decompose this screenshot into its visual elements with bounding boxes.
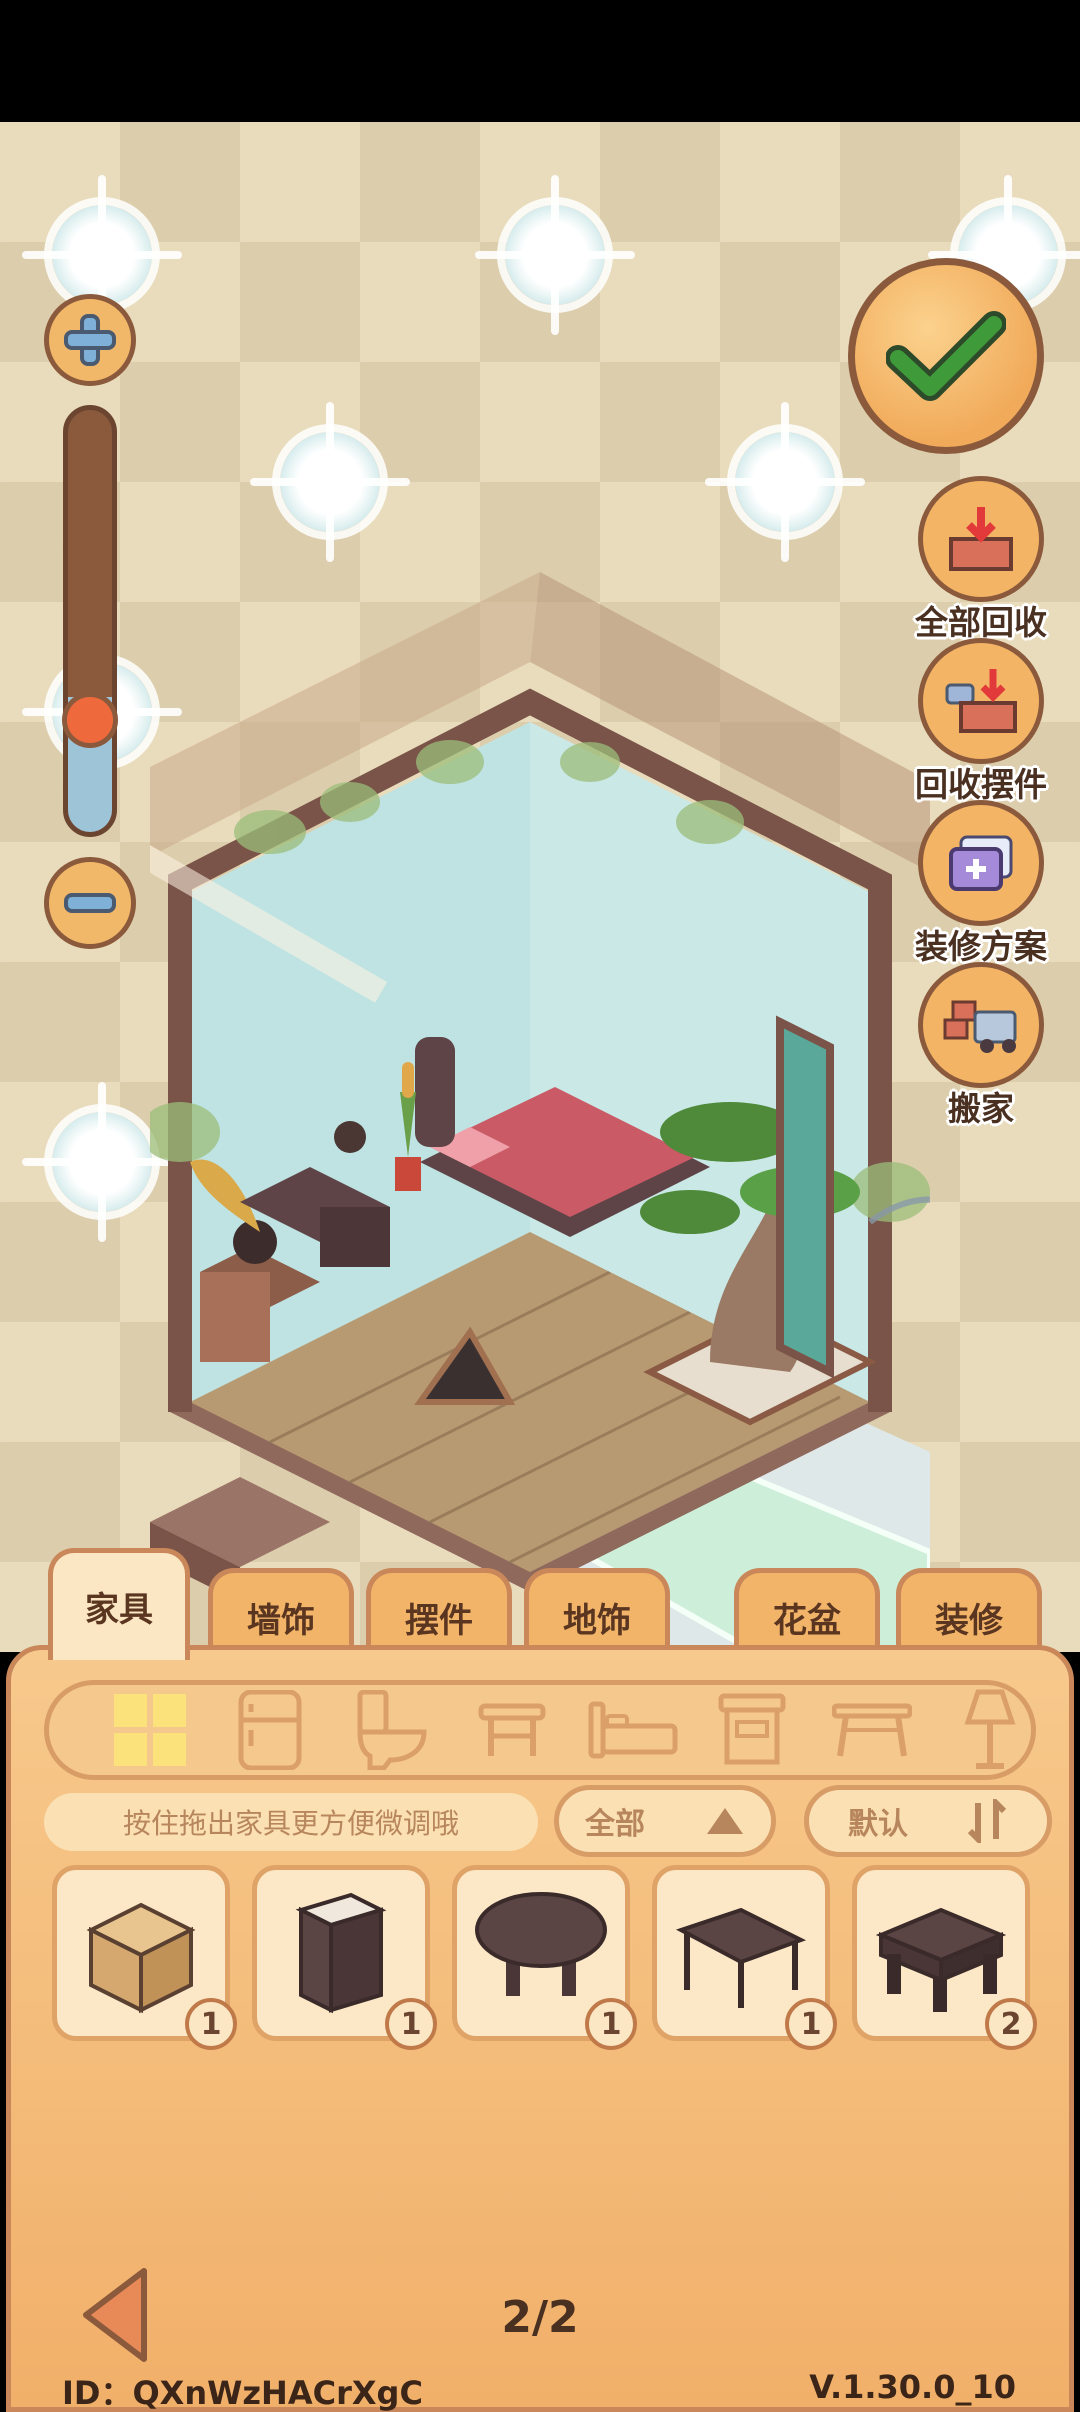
sun-light-icon [52,1082,152,1242]
status-bar [0,0,1080,122]
sort-arrows-icon [968,1799,1007,1843]
isometric-room[interactable] [150,572,930,1652]
square-stool-icon [875,1907,1007,2012]
recycle-ornament-button[interactable]: 回收摆件 [896,638,1066,806]
recycle-all-icon [918,476,1044,602]
bed-icon[interactable] [585,1690,681,1770]
cat-figurine [334,1121,366,1153]
lamp-icon[interactable] [950,1689,1030,1770]
item-count-badge: 1 [385,1998,437,2050]
toilet-icon[interactable] [350,1690,430,1770]
moving-truck-icon [918,962,1044,1088]
sun-light-icon [52,175,152,335]
decor-plan-button[interactable]: 装修方案 [896,800,1066,968]
item-dark-cabinet[interactable]: 1 [252,1865,437,2050]
item-count-badge: 2 [985,1998,1037,2050]
sort-order-dropdown[interactable]: 默认 [804,1785,1052,1857]
drag-hint: 按住拖出家具更方便微调哦 [44,1793,538,1851]
stool-icon[interactable] [472,1690,552,1770]
player-id: ID：QXnWzHACrXgC [62,2374,423,2412]
sort-order-label: 默认 [848,1807,908,1842]
landscape-window[interactable] [776,1015,834,1379]
table-icon[interactable] [832,1690,912,1770]
decor-plan-label: 装修方案 [915,927,1047,966]
long-table-icon [675,1907,807,2008]
item-square-stool[interactable]: 2 [852,1865,1037,2050]
fridge-icon[interactable] [230,1690,310,1770]
cardboard-box-icon [86,1902,196,2014]
decor-plan-icon [918,800,1044,926]
zoom-in-button[interactable] [44,294,136,386]
item-cardboard-box[interactable]: 1 [52,1865,237,2050]
game-screen: 全部回收 回收摆件 装修方案 搬家 家具 墙饰 摆件 地饰 花盆 装修 按住拖出… [0,0,1080,2412]
moving-label: 搬家 [948,1089,1014,1128]
triangle-up-icon [707,1808,743,1834]
item-count-badge: 1 [185,1998,237,2050]
zoom-slider-thumb[interactable] [62,692,118,748]
version-label: V.1.30.0_10 [809,2368,1016,2406]
previous-page-button[interactable] [78,2265,150,2365]
zoom-slider[interactable] [63,405,117,837]
dark-cabinet-icon [295,1892,387,2014]
category-filter-label: 全部 [585,1807,645,1842]
checkmark-icon [886,311,1006,401]
round-table-icon [475,1892,607,1996]
recycle-ornament-label: 回收摆件 [915,765,1047,804]
category-filter-dropdown[interactable]: 全部 [554,1785,776,1857]
confirm-button[interactable] [848,258,1044,454]
item-round-table[interactable]: 1 [452,1865,637,2050]
page-indicator: 2/2 [501,2292,579,2343]
recycle-ornament-icon [918,638,1044,764]
item-count-badge: 1 [585,1998,637,2050]
sun-light-icon [280,402,380,562]
recycle-all-label: 全部回收 [915,603,1047,642]
minus-icon [64,893,116,913]
sun-light-icon [735,402,835,562]
zoom-out-button[interactable] [44,857,136,949]
recycle-all-button[interactable]: 全部回收 [896,476,1066,644]
plus-icon [64,314,116,366]
cabinet-icon[interactable] [712,1690,792,1770]
all-grid-icon[interactable] [110,1690,190,1770]
tab-furniture[interactable]: 家具 [48,1548,190,1660]
item-long-table[interactable]: 1 [652,1865,837,2050]
item-count-badge: 1 [785,1998,837,2050]
moving-button[interactable]: 搬家 [896,962,1066,1130]
sun-light-icon [505,175,605,335]
